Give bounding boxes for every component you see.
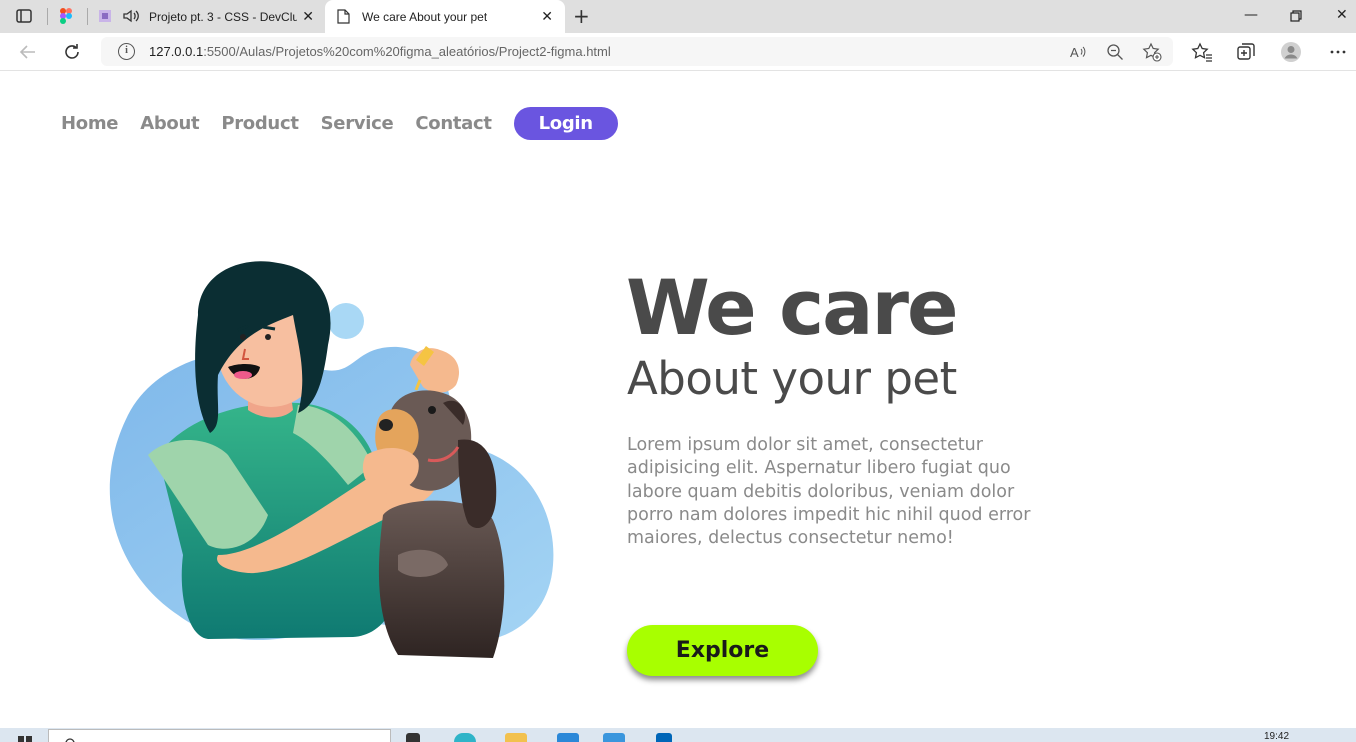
- tab-divider: [87, 8, 88, 25]
- windows-start-icon[interactable]: [18, 736, 32, 742]
- new-tab-icon[interactable]: +: [573, 6, 590, 26]
- url-text[interactable]: 127.0.0.1:5500/Aulas/Projetos%20com%20fi…: [149, 44, 611, 59]
- tab-we-care[interactable]: We care About your pet ✕: [325, 0, 565, 33]
- back-icon[interactable]: [17, 41, 39, 63]
- tab-label: Projeto pt. 3 - CSS - DevClu: [149, 9, 297, 24]
- hero-subtitle: About your pet: [627, 352, 957, 405]
- taskbar-search-box[interactable]: [48, 729, 391, 742]
- main-nav: Home About Product Service Contact Login: [61, 106, 640, 140]
- woman-left-eye: [240, 334, 246, 340]
- page-icon: [337, 9, 350, 24]
- nav-service[interactable]: Service: [321, 113, 394, 134]
- tab-label: We care About your pet: [362, 9, 488, 24]
- file-explorer-icon[interactable]: [505, 733, 527, 742]
- refresh-icon[interactable]: [61, 41, 83, 63]
- tab-divider: [47, 8, 48, 25]
- favorites-icon[interactable]: [1191, 41, 1213, 63]
- vscode-app-icon[interactable]: [656, 733, 672, 742]
- site-info-icon[interactable]: i: [118, 43, 135, 60]
- tab-actions-icon[interactable]: [15, 7, 33, 25]
- collections-icon[interactable]: [1235, 41, 1257, 63]
- svg-text:A: A: [1070, 45, 1079, 60]
- nav-contact[interactable]: Contact: [415, 113, 492, 134]
- os-taskbar: 19:42: [0, 728, 1356, 742]
- nav-about[interactable]: About: [140, 113, 199, 134]
- minimize-icon[interactable]: —: [1244, 7, 1258, 23]
- speaker-icon[interactable]: [122, 8, 140, 24]
- close-tab-icon[interactable]: ✕: [541, 9, 553, 23]
- address-bar[interactable]: i 127.0.0.1:5500/Aulas/Projetos%20com%20…: [101, 37, 1173, 66]
- nav-home[interactable]: Home: [61, 113, 119, 134]
- edge-app-icon[interactable]: [454, 733, 476, 742]
- hero-description: Lorem ipsum dolor sit amet, consectetur …: [627, 435, 1031, 549]
- profile-avatar-icon[interactable]: [1280, 41, 1302, 63]
- url-host: 127.0.0.1: [149, 44, 204, 59]
- woman-tongue: [234, 371, 252, 379]
- browser-tab-strip: Projeto pt. 3 - CSS - DevClu ✕ We care A…: [0, 0, 1356, 33]
- hero-title: We care: [626, 263, 958, 352]
- dog-nose: [379, 419, 393, 431]
- devclub-favicon-icon: [99, 10, 111, 22]
- browser-toolbar: i 127.0.0.1:5500/Aulas/Projetos%20com%20…: [0, 33, 1356, 71]
- login-button[interactable]: Login: [513, 106, 618, 140]
- bubble-large: [328, 303, 364, 339]
- search-icon: [65, 738, 75, 742]
- store-app-icon[interactable]: [557, 733, 579, 742]
- close-tab-icon[interactable]: ✕: [302, 9, 314, 23]
- dog-eye: [428, 406, 436, 414]
- read-aloud-icon[interactable]: A: [1069, 43, 1087, 61]
- add-favorite-icon[interactable]: [1142, 42, 1162, 62]
- taskview-icon[interactable]: [406, 733, 420, 742]
- nav-product[interactable]: Product: [221, 113, 299, 134]
- url-path: :5500/Aulas/Projetos%20com%20figma_aleat…: [203, 44, 611, 59]
- woman-right-eye: [265, 334, 271, 340]
- close-window-icon[interactable]: ✕: [1336, 7, 1348, 23]
- explore-button[interactable]: Explore: [627, 625, 818, 676]
- more-options-icon[interactable]: [1327, 41, 1349, 63]
- hero-illustration: [109, 261, 554, 658]
- zoom-out-icon[interactable]: [1106, 43, 1124, 61]
- restore-icon[interactable]: [1290, 10, 1302, 22]
- figma-tab-icon[interactable]: [57, 7, 75, 25]
- taskbar-clock[interactable]: 19:42: [1264, 731, 1289, 742]
- mail-app-icon[interactable]: [603, 733, 625, 742]
- tab-devclub[interactable]: Projeto pt. 3 - CSS - DevClu ✕: [92, 0, 324, 33]
